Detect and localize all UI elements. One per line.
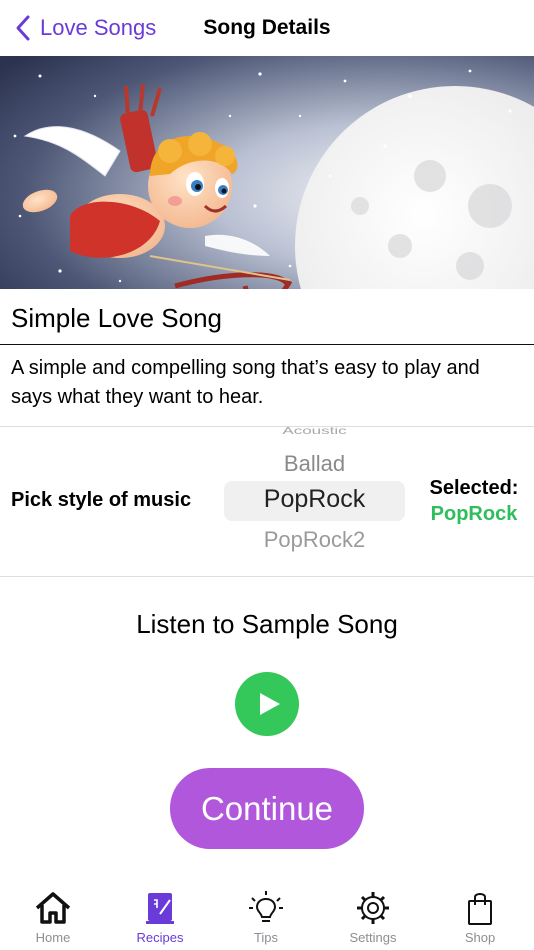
page-title: Song Details — [203, 16, 331, 39]
tab-bar: Home Recipes Tips Settings Shop — [0, 884, 534, 950]
tab-home[interactable]: Home — [13, 890, 93, 945]
tab-settings[interactable]: Settings — [333, 890, 413, 945]
picker-option[interactable]: PopRock2 — [224, 527, 405, 553]
song-title: Simple Love Song — [11, 303, 223, 333]
picker-option[interactable]: Acoustic — [224, 427, 405, 437]
play-icon — [260, 693, 280, 715]
song-description: A simple and compelling song that’s easy… — [11, 357, 480, 408]
gear-icon — [357, 892, 389, 924]
tab-label: Tips — [253, 930, 279, 945]
picker-option[interactable]: Ballad — [224, 451, 405, 477]
tab-recipes[interactable]: Recipes — [120, 890, 200, 945]
tab-label: Shop — [464, 930, 496, 945]
picker-option-selected[interactable]: PopRock — [224, 485, 405, 514]
house-icon — [35, 892, 71, 924]
shopping-bag-icon — [468, 893, 492, 925]
music-style-label: Pick style of music — [11, 489, 192, 511]
navigation-bar: Love Songs Song Details — [0, 0, 534, 56]
continue-button[interactable]: Continue — [170, 768, 364, 849]
sample-song-label: Listen to Sample Song — [136, 609, 398, 639]
tab-label: Recipes — [136, 930, 184, 945]
selected-label: Selected: — [429, 477, 519, 499]
cupid-hero-image — [0, 56, 534, 289]
play-button[interactable] — [235, 672, 299, 736]
music-style-picker[interactable]: Acoustic Ballad PopRock PopRock2 — [224, 427, 405, 575]
tab-label: Settings — [349, 930, 397, 945]
tab-label: Home — [35, 930, 71, 945]
selected-value: PopRock — [430, 503, 518, 525]
song-title-row: Simple Love Song — [0, 289, 534, 345]
tab-tips[interactable]: Tips — [226, 890, 306, 945]
recipe-book-icon — [146, 893, 174, 924]
divider — [0, 576, 534, 577]
tab-shop[interactable]: Shop — [440, 890, 520, 945]
lightbulb-icon — [249, 891, 283, 922]
